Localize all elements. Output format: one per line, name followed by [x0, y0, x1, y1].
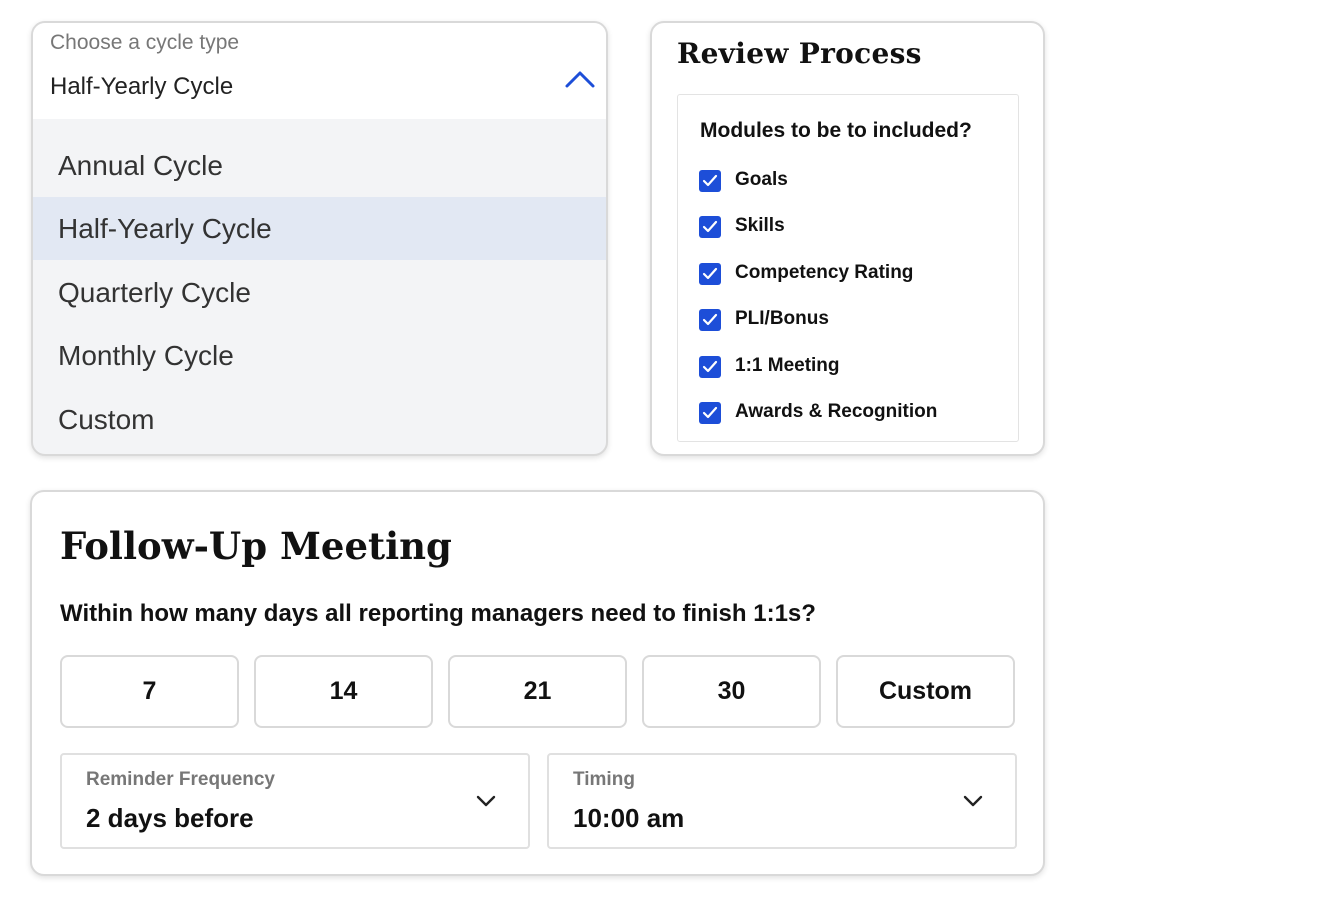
module-label: 1:1 Meeting — [735, 355, 840, 376]
follow-up-title: Follow-Up Meeting — [60, 524, 452, 568]
cycle-option-monthly[interactable]: Monthly Cycle — [33, 324, 606, 387]
timing-select[interactable]: Timing 10:00 am — [547, 753, 1017, 849]
modules-box: Modules to be to included? Goals Skills … — [677, 94, 1019, 442]
cycle-type-select[interactable]: Choose a cycle type Half-Yearly Cycle — [33, 23, 606, 119]
cycle-option-annual[interactable]: Annual Cycle — [33, 134, 606, 197]
module-label: PLI/Bonus — [735, 308, 829, 329]
chevron-up-icon[interactable] — [563, 67, 597, 91]
cycle-option-custom[interactable]: Custom — [33, 388, 606, 451]
cycle-type-label: Choose a cycle type — [50, 31, 240, 54]
days-30-button[interactable]: 30 — [642, 655, 821, 728]
checkbox-checked-icon[interactable] — [699, 309, 721, 331]
timing-value: 10:00 am — [573, 803, 685, 833]
module-label: Competency Rating — [735, 262, 914, 283]
timing-label: Timing — [573, 769, 635, 790]
module-label: Skills — [735, 215, 785, 236]
review-process-title: Review Process — [677, 37, 922, 70]
cycle-type-value: Half-Yearly Cycle — [50, 73, 234, 100]
days-7-button[interactable]: 7 — [60, 655, 239, 728]
cycle-option-quarterly[interactable]: Quarterly Cycle — [33, 261, 606, 324]
cycle-option-half-yearly[interactable]: Half-Yearly Cycle — [33, 197, 606, 260]
checkbox-checked-icon[interactable] — [699, 216, 721, 238]
module-label: Goals — [735, 169, 788, 190]
module-label: Awards & Recognition — [735, 401, 938, 422]
checkbox-checked-icon[interactable] — [699, 402, 721, 424]
checkbox-checked-icon[interactable] — [699, 356, 721, 378]
checkbox-checked-icon[interactable] — [699, 263, 721, 285]
reminder-frequency-select[interactable]: Reminder Frequency 2 days before — [60, 753, 530, 849]
follow-up-meeting-card: Follow-Up Meeting Within how many days a… — [30, 490, 1045, 876]
days-21-button[interactable]: 21 — [448, 655, 627, 728]
days-14-button[interactable]: 14 — [254, 655, 433, 728]
modules-question: Modules to be to included? — [700, 119, 972, 142]
chevron-down-icon[interactable] — [962, 793, 984, 809]
checkbox-checked-icon[interactable] — [699, 170, 721, 192]
reminder-frequency-value: 2 days before — [86, 803, 254, 833]
chevron-down-icon[interactable] — [475, 793, 497, 809]
review-process-card: Review Process Modules to be to included… — [650, 21, 1045, 456]
cycle-type-dropdown[interactable]: Choose a cycle type Half-Yearly Cycle An… — [31, 21, 608, 456]
days-custom-button[interactable]: Custom — [836, 655, 1015, 728]
follow-up-question: Within how many days all reporting manag… — [60, 600, 816, 627]
reminder-frequency-label: Reminder Frequency — [86, 769, 275, 790]
